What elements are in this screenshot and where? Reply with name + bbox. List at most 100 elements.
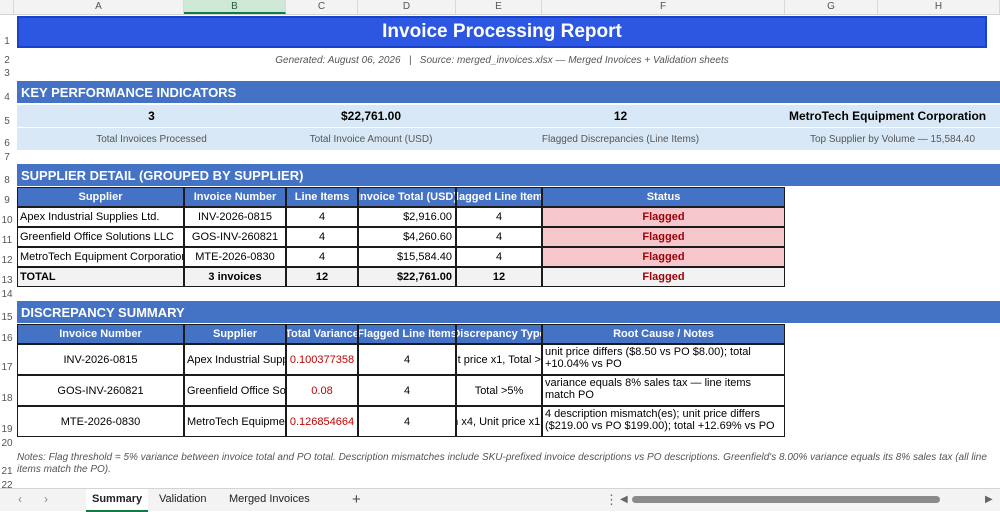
- table-row-supplier[interactable]: MetroTech Equipment Corporation: [17, 247, 184, 267]
- supplier-section-header[interactable]: SUPPLIER DETAIL (GROUPED BY SUPPLIER): [17, 164, 1000, 186]
- table-row-total[interactable]: $4,260.60: [358, 227, 456, 247]
- table-row-variance[interactable]: 0.126854664: [286, 406, 358, 437]
- column-header-c[interactable]: C: [286, 0, 358, 14]
- discrepancy-col-header[interactable]: Flagged Line Items: [358, 324, 456, 344]
- column-header-h[interactable]: H: [878, 0, 1000, 14]
- row-header[interactable]: 15: [0, 312, 14, 323]
- table-row-flagged[interactable]: 4: [358, 344, 456, 375]
- row-header[interactable]: 2: [0, 55, 14, 66]
- kpi-total-invoices-value[interactable]: 3: [17, 105, 286, 127]
- column-header-f[interactable]: F: [542, 0, 785, 14]
- table-row-flagged[interactable]: 4: [456, 207, 542, 227]
- kpi-top-supplier-label[interactable]: Top Supplier by Volume — 15,584.40: [785, 128, 1000, 150]
- supplier-col-header[interactable]: Status: [542, 187, 785, 207]
- row-header[interactable]: 12: [0, 255, 14, 266]
- tab-summary[interactable]: Summary: [86, 489, 149, 512]
- total-row-amount[interactable]: $22,761.00: [358, 267, 456, 287]
- row-header[interactable]: 8: [0, 175, 14, 186]
- scroll-left-icon[interactable]: ◀: [620, 489, 628, 510]
- supplier-col-header[interactable]: Flagged Line Items: [456, 187, 542, 207]
- prev-sheet-icon[interactable]: ‹: [18, 489, 22, 510]
- kpi-top-supplier-value[interactable]: MetroTech Equipment Corporation: [785, 105, 1000, 127]
- table-row-notes[interactable]: variance equals 8% sales tax — line item…: [542, 375, 785, 406]
- row-header[interactable]: 5: [0, 116, 14, 127]
- table-row-invoice[interactable]: GOS-INV-260821: [17, 375, 184, 406]
- table-row-type[interactable]: Unit price x1, Total >5%: [456, 344, 542, 375]
- kpi-total-invoices-label[interactable]: Total Invoices Processed: [17, 128, 286, 150]
- next-sheet-icon[interactable]: ›: [44, 489, 48, 510]
- column-header-e[interactable]: E: [456, 0, 542, 14]
- table-row-type[interactable]: Description x4, Unit price x1, Total >5%: [456, 406, 542, 437]
- table-row-notes[interactable]: 4 description mismatch(es); unit price d…: [542, 406, 785, 437]
- table-row-supplier[interactable]: Apex Industrial Supplies Ltd.: [184, 344, 286, 375]
- total-row-label[interactable]: TOTAL: [17, 267, 184, 287]
- supplier-col-header[interactable]: Invoice Total (USD): [358, 187, 456, 207]
- kpi-total-amount-label[interactable]: Total Invoice Amount (USD): [286, 128, 456, 150]
- table-row-total[interactable]: $15,584.40: [358, 247, 456, 267]
- table-row-line-items[interactable]: 4: [286, 247, 358, 267]
- row-header[interactable]: 4: [0, 92, 14, 103]
- status-badge[interactable]: Flagged: [542, 207, 785, 227]
- row-header[interactable]: 9: [0, 195, 14, 206]
- discrepancy-col-header[interactable]: Root Cause / Notes: [542, 324, 785, 344]
- row-header[interactable]: 18: [0, 393, 14, 404]
- column-header-a[interactable]: A: [14, 0, 184, 14]
- select-all-corner[interactable]: [0, 0, 14, 14]
- table-row-type[interactable]: Total >5%: [456, 375, 542, 406]
- table-row-flagged[interactable]: 4: [456, 247, 542, 267]
- discrepancy-section-header[interactable]: DISCREPANCY SUMMARY: [17, 301, 1000, 323]
- row-header[interactable]: 13: [0, 275, 14, 286]
- row-header[interactable]: 6: [0, 138, 14, 149]
- table-row-variance[interactable]: 0.100377358: [286, 344, 358, 375]
- kpi-total-amount-value[interactable]: $22,761.00: [286, 105, 456, 127]
- row-header[interactable]: 11: [0, 235, 14, 246]
- discrepancy-col-header[interactable]: Supplier: [184, 324, 286, 344]
- table-row-notes[interactable]: unit price differs ($8.50 vs PO $8.00); …: [542, 344, 785, 375]
- column-header-d[interactable]: D: [358, 0, 456, 14]
- table-row-line-items[interactable]: 4: [286, 207, 358, 227]
- table-row-line-items[interactable]: 4: [286, 227, 358, 247]
- total-row-flagged[interactable]: 12: [456, 267, 542, 287]
- table-row-supplier[interactable]: Apex Industrial Supplies Ltd.: [17, 207, 184, 227]
- row-header[interactable]: 10: [0, 215, 14, 226]
- scroll-right-icon[interactable]: ▶: [985, 489, 993, 510]
- report-subtitle[interactable]: Generated: August 06, 2026 | Source: mer…: [17, 53, 987, 68]
- horizontal-scrollbar[interactable]: [632, 496, 940, 503]
- discrepancy-col-header[interactable]: Discrepancy Type: [456, 324, 542, 344]
- row-header[interactable]: 17: [0, 362, 14, 373]
- table-row-invoice[interactable]: MTE-2026-0830: [184, 247, 286, 267]
- supplier-col-header[interactable]: Line Items: [286, 187, 358, 207]
- table-row-flagged[interactable]: 4: [358, 375, 456, 406]
- table-row-invoice[interactable]: INV-2026-0815: [184, 207, 286, 227]
- row-header[interactable]: 21: [0, 466, 14, 477]
- table-row-flagged[interactable]: 4: [456, 227, 542, 247]
- row-header[interactable]: 20: [0, 438, 14, 449]
- status-badge[interactable]: Flagged: [542, 247, 785, 267]
- row-header[interactable]: 19: [0, 424, 14, 435]
- table-row-total[interactable]: $2,916.00: [358, 207, 456, 227]
- table-row-invoice[interactable]: GOS-INV-260821: [184, 227, 286, 247]
- column-header-b[interactable]: B: [184, 0, 286, 14]
- table-row-supplier[interactable]: Greenfield Office Solutions LLC: [184, 375, 286, 406]
- supplier-col-header[interactable]: Invoice Number: [184, 187, 286, 207]
- row-header[interactable]: 7: [0, 152, 14, 163]
- kpi-flagged-value[interactable]: 12: [456, 105, 785, 127]
- table-row-supplier[interactable]: Greenfield Office Solutions LLC: [17, 227, 184, 247]
- total-row-status[interactable]: Flagged: [542, 267, 785, 287]
- total-row-invoices[interactable]: 3 invoices: [184, 267, 286, 287]
- kpi-flagged-label[interactable]: Flagged Discrepancies (Line Items): [456, 128, 785, 150]
- table-row-supplier[interactable]: MetroTech Equipment Corporation: [184, 406, 286, 437]
- row-header[interactable]: 16: [0, 333, 14, 344]
- report-title[interactable]: Invoice Processing Report: [17, 16, 987, 48]
- table-row-variance[interactable]: 0.08: [286, 375, 358, 406]
- table-row-invoice[interactable]: INV-2026-0815: [17, 344, 184, 375]
- supplier-col-header[interactable]: Supplier: [17, 187, 184, 207]
- more-options-icon[interactable]: ⋮: [605, 489, 618, 510]
- total-row-line-items[interactable]: 12: [286, 267, 358, 287]
- column-header-g[interactable]: G: [785, 0, 878, 14]
- table-row-flagged[interactable]: 4: [358, 406, 456, 437]
- row-header[interactable]: 3: [0, 68, 14, 79]
- row-header[interactable]: 1: [0, 36, 14, 47]
- discrepancy-col-header[interactable]: Invoice Number: [17, 324, 184, 344]
- status-badge[interactable]: Flagged: [542, 227, 785, 247]
